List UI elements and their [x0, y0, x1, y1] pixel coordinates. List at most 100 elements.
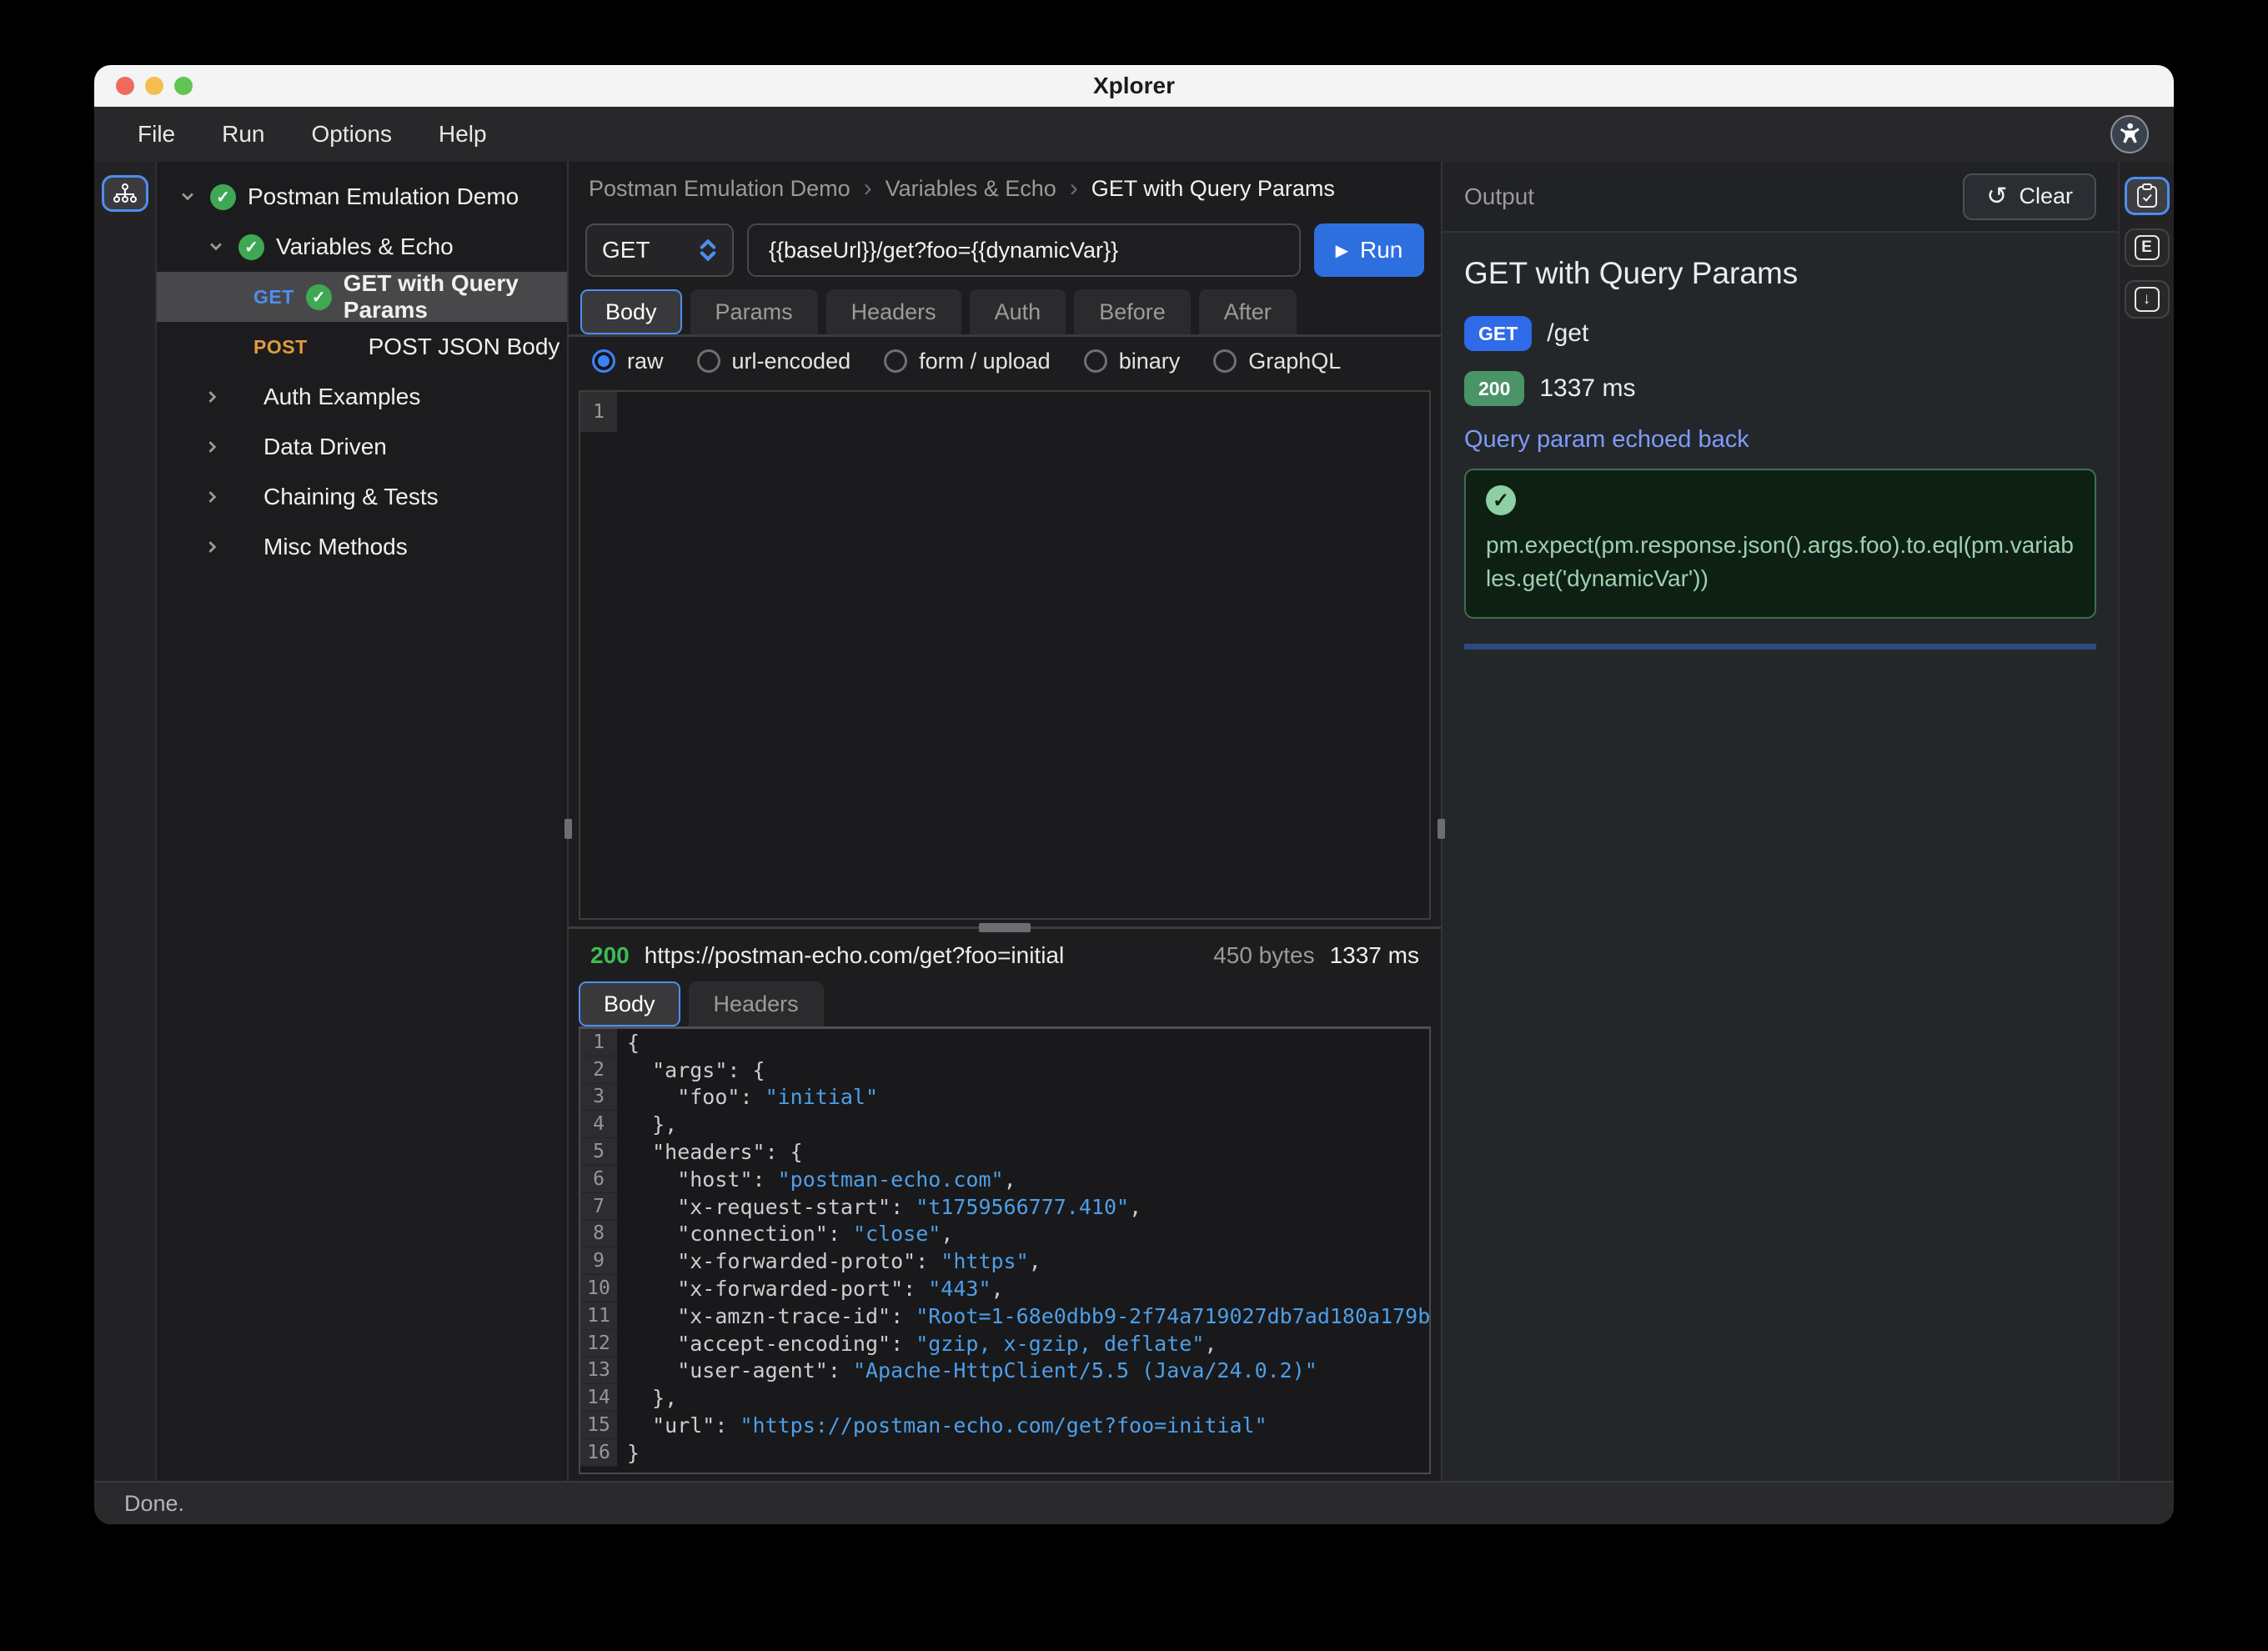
duration-text: 1337 ms [1539, 374, 1635, 403]
clipboard-check-icon [2136, 183, 2158, 208]
left-icon-rail [94, 162, 157, 1481]
chevron-up-icon [699, 239, 717, 249]
title-bar: Xplorer [94, 65, 2174, 107]
method-select-value: GET [602, 237, 650, 263]
code-line: 14 }, [580, 1384, 1429, 1412]
output-entry-title: GET with Query Params [1464, 256, 2096, 291]
breadcrumb-folder[interactable]: Variables & Echo [886, 176, 1056, 202]
tab-before[interactable]: Before [1074, 289, 1191, 334]
tab-body[interactable]: Body [580, 289, 682, 334]
window-controls [116, 65, 193, 107]
window-title: Xplorer [1093, 73, 1175, 99]
method-select[interactable]: GET [585, 223, 734, 277]
code-line: 6 "host": "postman-echo.com", [580, 1166, 1429, 1193]
menu-options[interactable]: Options [294, 114, 411, 154]
response-body-code: 1{2 "args": {3 "foo": "initial"4 },5 "he… [580, 1029, 1429, 1467]
tree-request-get-query-params[interactable]: GET ✓ GET with Query Params [157, 272, 567, 322]
chevron-right-icon[interactable] [202, 386, 223, 408]
collections-tree-button[interactable] [102, 175, 148, 212]
tree-folder-label: Misc Methods [263, 534, 408, 560]
avatar[interactable] [2110, 115, 2149, 153]
chevron-down-icon [699, 251, 717, 261]
radio-icon [884, 349, 907, 373]
check-circle-icon: ✓ [210, 184, 236, 210]
clear-button[interactable]: ↺ Clear [1963, 173, 2096, 220]
tree-folder-misc-methods[interactable]: Misc Methods [157, 522, 567, 572]
radio-icon [1213, 349, 1237, 373]
response-time: 1337 ms [1330, 942, 1419, 969]
check-circle-icon: ✓ [238, 234, 264, 260]
minimize-window-button[interactable] [145, 77, 163, 95]
code-line: 1{ [580, 1029, 1429, 1056]
request-path: /get [1547, 319, 1588, 348]
code-line: 11 "x-amzn-trace-id": "Root=1-68e0dbb9-2… [580, 1302, 1429, 1330]
run-button[interactable]: ▶ Run [1314, 223, 1424, 277]
mode-graphql[interactable]: GraphQL [1213, 349, 1341, 374]
code-line: 3 "foo": "initial" [580, 1084, 1429, 1112]
karate-figure-icon [2116, 121, 2143, 148]
tree-collection[interactable]: ✓ Postman Emulation Demo [157, 172, 567, 222]
mode-url-encoded[interactable]: url-encoded [697, 349, 851, 374]
url-input[interactable] [747, 223, 1301, 277]
check-circle-icon: ✓ [306, 284, 332, 310]
tests-output-button[interactable] [2125, 177, 2170, 215]
chevron-right-icon[interactable] [202, 486, 223, 508]
code-line: 4 }, [580, 1111, 1429, 1138]
tab-params[interactable]: Params [690, 289, 818, 334]
chevron-right-icon[interactable] [202, 536, 223, 558]
chevron-down-icon[interactable] [205, 236, 227, 258]
clear-button-label: Clear [2019, 183, 2073, 209]
breadcrumb-request: GET with Query Params [1091, 176, 1335, 202]
tab-auth[interactable]: Auth [970, 289, 1066, 334]
environment-button[interactable]: E [2125, 228, 2170, 267]
breadcrumb-collection[interactable]: Postman Emulation Demo [589, 176, 850, 202]
tab-headers[interactable]: Headers [826, 289, 961, 334]
menu-run[interactable]: Run [203, 114, 283, 154]
menu-file[interactable]: File [119, 114, 193, 154]
mode-binary[interactable]: binary [1084, 349, 1181, 374]
test-name-link[interactable]: Query param echoed back [1464, 426, 2096, 454]
hierarchy-icon [113, 183, 138, 204]
radio-selected-icon [592, 349, 615, 373]
response-status-row: 200 https://postman-echo.com/get?foo=ini… [569, 935, 1441, 976]
editor-line-number: 1 [580, 392, 617, 432]
response-tab-body[interactable]: Body [579, 981, 680, 1026]
download-icon: ↓ [2135, 287, 2160, 312]
download-button[interactable]: ↓ [2125, 280, 2170, 319]
splitter-grip[interactable] [979, 923, 1031, 932]
chevron-down-icon[interactable] [177, 186, 198, 208]
tree-folder-chaining-tests[interactable]: Chaining & Tests [157, 472, 567, 522]
code-line: 9 "x-forwarded-proto": "https", [580, 1247, 1429, 1275]
chevron-right-icon[interactable] [202, 436, 223, 458]
radio-icon [1084, 349, 1107, 373]
tree-folder-data-driven[interactable]: Data Driven [157, 422, 567, 472]
code-line: 13 "user-agent": "Apache-HttpClient/5.5 … [580, 1357, 1429, 1385]
method-label-get: GET [253, 286, 294, 309]
output-method-row: GET /get [1464, 316, 2096, 351]
mode-raw[interactable]: raw [592, 349, 664, 374]
request-response-splitter[interactable] [569, 920, 1441, 935]
output-status-row: 200 1337 ms [1464, 371, 2096, 406]
tree-request-post-json-body[interactable]: POST POST JSON Body [157, 322, 567, 372]
output-title: Output [1464, 183, 1534, 210]
sidebar-resize-handle[interactable] [564, 819, 572, 839]
tree-folder-variables-echo[interactable]: ✓ Variables & Echo [157, 222, 567, 272]
tree-folder-label: Variables & Echo [276, 233, 454, 260]
response-size: 450 bytes [1213, 942, 1314, 969]
maximize-window-button[interactable] [174, 77, 193, 95]
response-tabs: Body Headers [579, 976, 1431, 1026]
output-resize-handle[interactable] [1438, 819, 1445, 839]
menu-help[interactable]: Help [420, 114, 505, 154]
mode-form-upload[interactable]: form / upload [884, 349, 1051, 374]
test-result-card: ✓ pm.expect(pm.response.json().args.foo)… [1464, 469, 2096, 619]
code-line: 8 "connection": "close", [580, 1221, 1429, 1248]
request-body-editor[interactable]: 1 [579, 390, 1431, 920]
right-icon-rail: E ↓ [2118, 162, 2174, 1481]
test-pass-check-icon: ✓ [1486, 485, 1516, 515]
close-window-button[interactable] [116, 77, 134, 95]
tree-folder-auth-examples[interactable]: Auth Examples [157, 372, 567, 422]
tab-after[interactable]: After [1199, 289, 1297, 334]
response-body-viewer: 1{2 "args": {3 "foo": "initial"4 },5 "he… [579, 1026, 1431, 1474]
tree-request-label: POST JSON Body [369, 334, 560, 360]
response-tab-headers[interactable]: Headers [689, 981, 824, 1026]
